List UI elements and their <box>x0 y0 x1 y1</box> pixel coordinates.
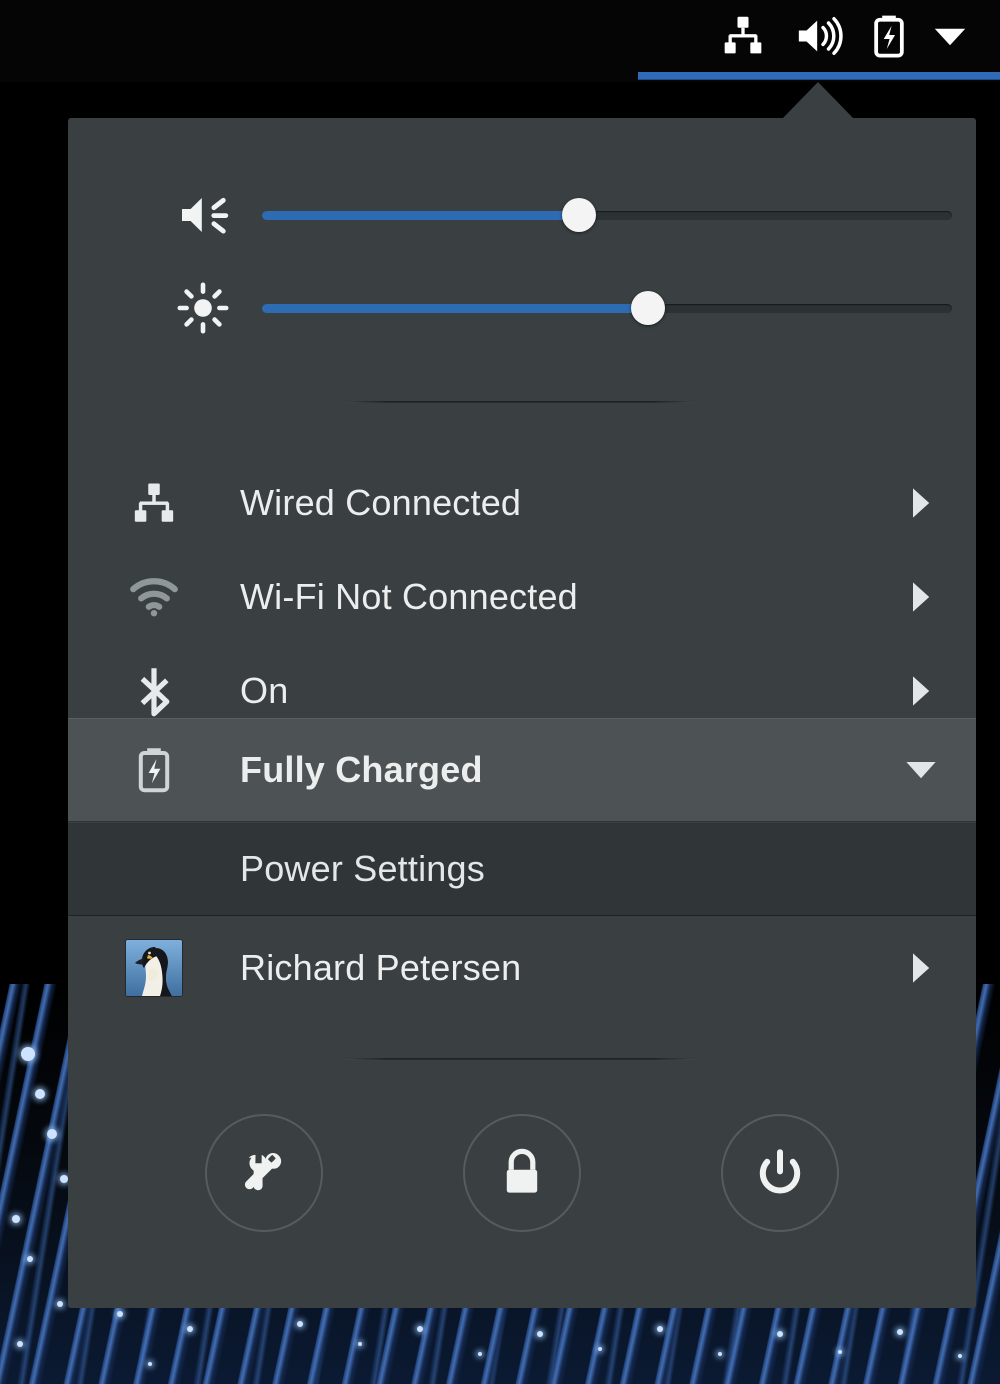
menu-item-battery[interactable]: Fully Charged <box>68 718 976 822</box>
system-menu-pointer <box>782 82 854 119</box>
chevron-right-icon[interactable] <box>866 486 976 520</box>
menu-item-user[interactable]: Richard Petersen <box>68 918 976 1018</box>
menu-separator <box>345 1058 695 1060</box>
menu-item-wifi[interactable]: Wi-Fi Not Connected <box>68 550 976 644</box>
chevron-down-icon[interactable] <box>866 759 976 781</box>
menu-item-label: Wired Connected <box>240 482 522 523</box>
menu-item-label: On <box>240 670 289 711</box>
menu-item-label: Wi-Fi Not Connected <box>240 576 578 617</box>
penguin-avatar <box>126 940 182 996</box>
volume-icon[interactable] <box>792 14 846 58</box>
menu-item-wired[interactable]: Wired Connected <box>68 456 976 550</box>
brightness-slider-knob[interactable] <box>631 291 666 325</box>
volume-icon <box>166 191 240 239</box>
top-bar-active-indicator <box>638 72 1000 79</box>
system-actions <box>68 1073 976 1273</box>
volume-slider-knob[interactable] <box>562 198 597 232</box>
power-icon <box>754 1147 806 1199</box>
menu-item-label: Fully Charged <box>240 749 483 790</box>
battery-charging-icon <box>68 745 240 795</box>
chevron-right-icon[interactable] <box>866 580 976 614</box>
brightness-icon <box>166 282 240 334</box>
system-menu: Wired Connected Wi-Fi Not Connected On F… <box>68 118 976 1308</box>
chevron-right-icon[interactable] <box>866 951 976 985</box>
brightness-slider-track[interactable] <box>262 291 952 325</box>
lock-button[interactable] <box>463 1114 581 1232</box>
menu-separator <box>345 401 695 403</box>
menu-item-label: Power Settings <box>240 848 485 889</box>
lock-icon <box>498 1145 546 1201</box>
avatar <box>68 940 240 996</box>
wired-network-icon <box>68 480 240 526</box>
brightness-slider[interactable] <box>166 276 956 340</box>
settings-button[interactable] <box>205 1114 323 1232</box>
top-bar <box>0 0 1000 82</box>
volume-slider[interactable] <box>166 183 956 247</box>
bluetooth-icon <box>68 665 240 717</box>
brightness-slider-fill <box>262 303 649 313</box>
top-bar-status-area[interactable] <box>710 0 978 72</box>
power-button[interactable] <box>721 1114 839 1232</box>
chevron-down-icon[interactable] <box>932 24 968 48</box>
menu-item-label: Richard Petersen <box>240 947 522 988</box>
tools-icon <box>236 1145 292 1201</box>
volume-slider-track[interactable] <box>262 198 952 232</box>
wired-network-icon[interactable] <box>720 14 766 58</box>
volume-slider-fill <box>262 210 580 220</box>
wifi-icon <box>68 576 240 618</box>
menu-item-power-settings[interactable]: Power Settings <box>68 823 976 916</box>
chevron-right-icon[interactable] <box>866 674 976 708</box>
battery-charging-icon[interactable] <box>872 13 906 59</box>
